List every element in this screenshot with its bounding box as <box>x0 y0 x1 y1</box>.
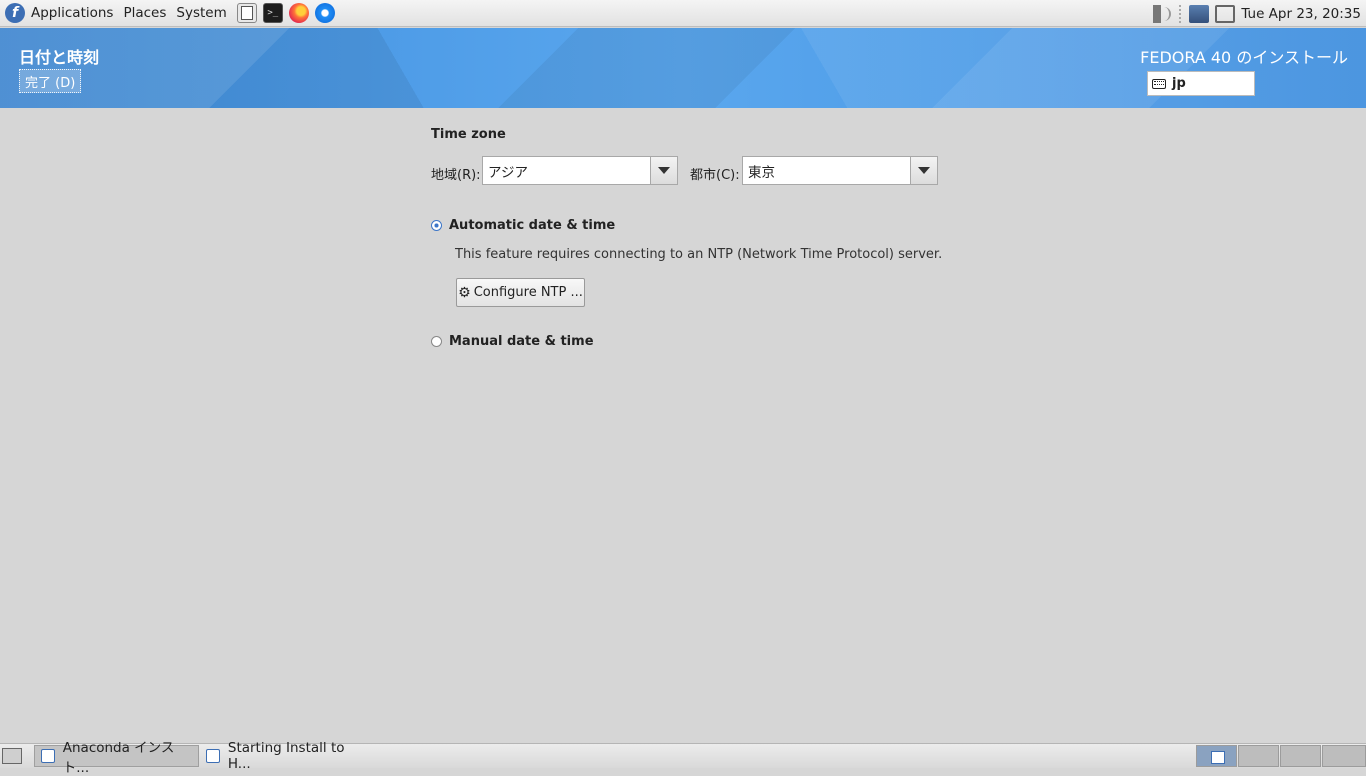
firefox-icon[interactable] <box>288 3 309 23</box>
city-combo[interactable]: 東京 <box>742 156 938 185</box>
menu-applications[interactable]: Applications <box>27 5 117 21</box>
workspace-window-thumb <box>1211 751 1225 764</box>
task-anaconda-label: Anaconda インスト... <box>62 740 175 776</box>
clock[interactable]: Tue Apr 23, 20:35 <box>1241 6 1361 22</box>
bottom-taskbar: Anaconda インスト... Starting Install to H..… <box>0 740 1366 776</box>
manual-datetime-radio[interactable] <box>431 336 442 347</box>
keyboard-layout-indicator[interactable]: jp <box>1147 71 1255 96</box>
menu-system[interactable]: System <box>172 5 230 21</box>
chevron-down-icon <box>918 167 930 174</box>
manual-datetime-label[interactable]: Manual date & time <box>449 334 594 349</box>
configure-ntp-label: Configure NTP ... <box>473 285 583 300</box>
fedora-logo-icon[interactable]: f <box>5 3 25 23</box>
spoke-title: 日付と時刻 <box>19 48 100 67</box>
terminal-icon[interactable]: >_ <box>262 3 283 23</box>
header-banner: 日付と時刻 完了 (D) FEDORA 40 のインストール jp <box>0 28 1366 108</box>
workspace-3[interactable] <box>1280 745 1321 767</box>
install-title: FEDORA 40 のインストール <box>1140 48 1348 67</box>
chevron-down-icon <box>658 167 670 174</box>
removable-media-icon[interactable] <box>1215 4 1236 23</box>
files-icon[interactable] <box>236 3 257 23</box>
anaconda-task-icon <box>41 749 55 763</box>
keyboard-icon <box>1152 78 1166 89</box>
city-value: 東京 <box>748 164 775 181</box>
automatic-datetime-radio[interactable] <box>431 220 442 231</box>
workspace-4[interactable] <box>1322 745 1366 767</box>
tray-separator <box>1179 4 1183 23</box>
task-starting-install-label: Starting Install to H... <box>227 740 345 772</box>
volume-icon[interactable] <box>1153 4 1174 23</box>
region-label: 地域(R): <box>431 168 481 183</box>
region-dropdown-button[interactable] <box>650 157 677 184</box>
show-desktop-icon[interactable] <box>2 748 22 764</box>
workspace-1[interactable] <box>1196 745 1237 767</box>
top-panel: f Applications Places System >_ Tue Apr … <box>0 0 1366 27</box>
configure-ntp-button[interactable]: ⚙ Configure NTP ... <box>456 278 585 307</box>
region-value: アジア <box>488 164 528 181</box>
keyboard-layout-label: jp <box>1172 76 1186 91</box>
task-starting-install[interactable]: Starting Install to H... <box>200 740 370 772</box>
ntp-hint-text: This feature requires connecting to an N… <box>455 247 943 262</box>
task-anaconda[interactable]: Anaconda インスト... <box>34 740 199 776</box>
system-tray: Tue Apr 23, 20:35 <box>1153 0 1366 27</box>
thunderbird-icon[interactable] <box>314 3 335 23</box>
network-icon[interactable] <box>1189 4 1210 23</box>
gear-icon: ⚙ <box>458 284 471 301</box>
region-combo[interactable]: アジア <box>482 156 678 185</box>
installer-task-icon <box>206 749 220 763</box>
done-button[interactable]: 完了 (D) <box>19 69 82 93</box>
workspace-2[interactable] <box>1238 745 1279 767</box>
city-label: 都市(C): <box>690 168 740 183</box>
automatic-datetime-label[interactable]: Automatic date & time <box>449 218 615 233</box>
city-dropdown-button[interactable] <box>910 157 937 184</box>
timezone-section-label: Time zone <box>431 127 506 142</box>
menu-places[interactable]: Places <box>119 5 170 21</box>
